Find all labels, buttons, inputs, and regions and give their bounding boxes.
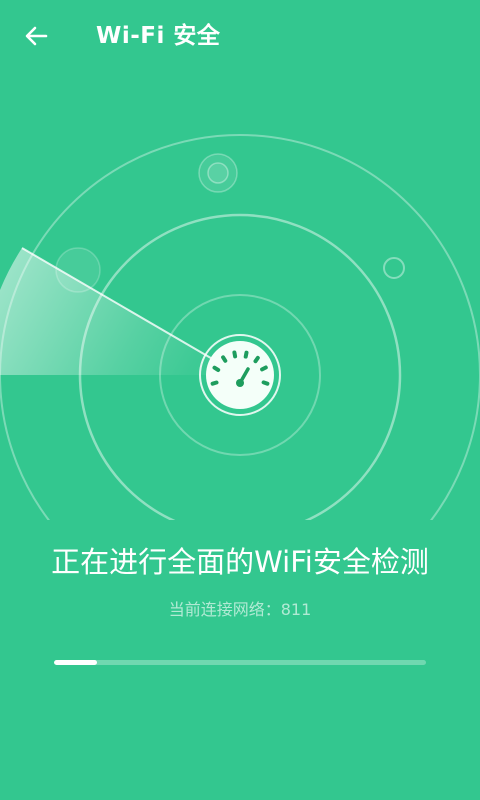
network-label: 当前连接网络： xyxy=(168,600,281,619)
radar-target-dot xyxy=(198,153,238,193)
scan-progress-fill xyxy=(54,660,97,665)
radar-target-dot xyxy=(55,247,101,293)
scan-status-text: 正在进行全面的WiFi安全检测 xyxy=(51,545,429,579)
scan-progress-bar xyxy=(54,660,426,665)
arrow-left-icon xyxy=(25,26,48,46)
top-bar: Wi-Fi 安全 xyxy=(0,0,480,72)
speedometer-icon xyxy=(199,334,281,416)
network-name: 811 xyxy=(280,600,312,619)
back-button[interactable] xyxy=(18,20,58,52)
radar-scanner xyxy=(0,80,480,616)
page-title: Wi-Fi 安全 xyxy=(96,23,221,49)
radar-target-dot xyxy=(383,257,405,279)
current-network-line: 当前连接网络：811 xyxy=(0,597,480,623)
